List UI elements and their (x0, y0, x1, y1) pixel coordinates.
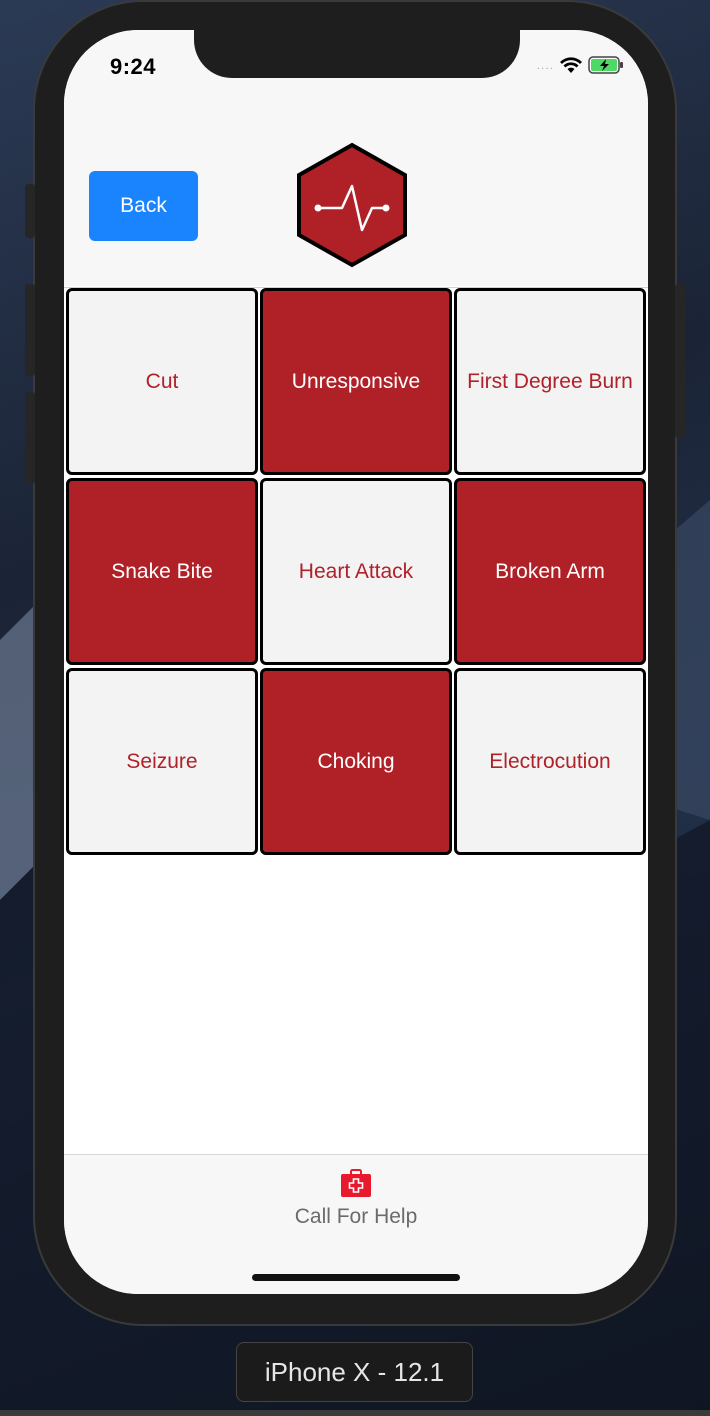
emergency-cell-label: Unresponsive (291, 369, 421, 393)
emergency-cell-label: Cut (145, 369, 179, 393)
wifi-icon (560, 56, 582, 73)
volume-down-button (25, 392, 35, 484)
mute-switch (25, 184, 35, 238)
emergency-cell[interactable]: Snake Bite (66, 478, 258, 665)
signal-indicator: .... (536, 58, 554, 72)
status-icons: .... (537, 56, 624, 74)
emergency-cell-label: Electrocution (489, 749, 611, 773)
tab-call-for-help[interactable]: Call For Help (64, 1169, 648, 1229)
emergency-cell-label: Broken Arm (495, 559, 605, 583)
power-button (675, 284, 685, 438)
emergency-cell-label: Choking (317, 749, 395, 773)
heartbeat-hexagon-logo (297, 142, 407, 268)
emergency-cell-label: Heart Attack (298, 559, 414, 583)
emergency-cell[interactable]: Cut (66, 288, 258, 475)
tab-bar: Call For Help (64, 1154, 648, 1294)
header-area: 9:24 .... Back (64, 30, 648, 286)
bottom-edge (0, 1410, 710, 1416)
emergency-cell[interactable]: First Degree Burn (454, 288, 646, 475)
battery-charging-icon (588, 56, 623, 74)
emergency-cell[interactable]: Seizure (66, 668, 258, 855)
status-time: 9:24 (110, 54, 157, 79)
simulator-device-label: iPhone X - 12.1 (236, 1342, 473, 1402)
emergency-cell[interactable]: Electrocution (454, 668, 646, 855)
emergency-cell[interactable]: Heart Attack (260, 478, 452, 665)
back-button[interactable]: Back (89, 171, 198, 241)
emergency-grid: Cut Unresponsive First Degree Burn Snake… (64, 287, 648, 855)
emergency-cell-label: Seizure (126, 749, 198, 773)
first-aid-kit-icon (341, 1169, 371, 1197)
app-screen: 9:24 .... Back Cut Unresponsive First De… (64, 30, 648, 1294)
tab-label: Call For Help (294, 1205, 418, 1228)
emergency-cell-label: Snake Bite (111, 559, 213, 583)
emergency-cell[interactable]: Choking (260, 668, 452, 855)
notch (194, 30, 520, 78)
emergency-cell[interactable]: Unresponsive (260, 288, 452, 475)
home-indicator[interactable] (252, 1274, 460, 1281)
emergency-cell[interactable]: Broken Arm (454, 478, 646, 665)
emergency-cell-label: First Degree Burn (467, 369, 633, 393)
volume-up-button (25, 284, 35, 376)
